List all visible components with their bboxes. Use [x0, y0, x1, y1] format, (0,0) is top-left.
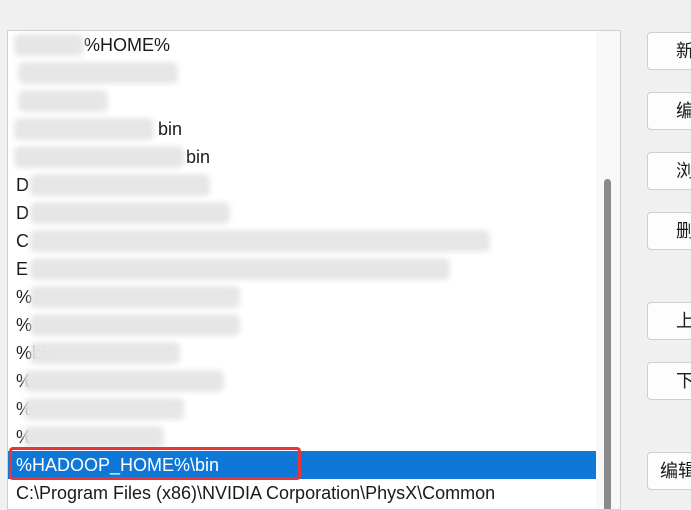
redaction-blur	[24, 426, 164, 448]
list-item-selected[interactable]: %HADOOP_HOME%\bin	[8, 451, 596, 479]
redaction-blur	[30, 258, 450, 280]
list-item[interactable]: bin	[8, 143, 596, 171]
redaction-blur	[30, 174, 210, 196]
list-item[interactable]	[8, 87, 596, 115]
path-listbox[interactable]: %HOME% bin bin D D C E % % %HADOOP_HOME%…	[7, 30, 621, 510]
redaction-blur	[30, 286, 240, 308]
redaction-blur	[30, 230, 490, 252]
list-item[interactable]: %	[8, 367, 596, 395]
list-item[interactable]: C:\Program Files (x86)\NVIDIA Corporatio…	[8, 479, 596, 507]
scrollbar-thumb[interactable]	[604, 179, 611, 509]
edit-text-button-label: 编辑	[660, 461, 691, 481]
list-item[interactable]	[8, 59, 596, 87]
move-down-button-label: 下	[676, 371, 691, 391]
list-item[interactable]: %	[8, 423, 596, 451]
delete-button-label: 删	[676, 221, 691, 241]
redaction-blur	[24, 370, 224, 392]
edit-button[interactable]: 编	[647, 92, 691, 130]
list-item-text: %HADOOP_HOME%\bin	[16, 455, 220, 475]
list-item[interactable]: bin	[8, 115, 596, 143]
move-down-button[interactable]: 下	[647, 362, 691, 400]
redaction-blur	[30, 314, 240, 336]
list-item[interactable]: C	[8, 227, 596, 255]
list-item[interactable]: %HOME%	[8, 31, 596, 59]
list-item[interactable]: %bin	[8, 339, 596, 367]
list-item-text: C	[16, 231, 29, 251]
redaction-blur	[18, 90, 108, 112]
list-item[interactable]: D	[8, 171, 596, 199]
redaction-blur	[30, 342, 180, 364]
vertical-scrollbar[interactable]	[596, 31, 620, 509]
delete-button[interactable]: 删	[647, 212, 691, 250]
list-item-text: bin	[158, 119, 183, 139]
path-list[interactable]: %HOME% bin bin D D C E % % %HADOOP_HOME%…	[8, 31, 596, 507]
redaction-blur	[14, 34, 84, 56]
edit-button-label: 编	[676, 101, 691, 121]
redaction-blur	[30, 202, 230, 224]
list-item[interactable]: %	[8, 311, 596, 339]
list-item[interactable]: %	[8, 395, 596, 423]
move-up-button-label: 上	[676, 311, 691, 331]
edit-text-button[interactable]: 编辑	[647, 452, 691, 490]
list-item-text: D	[16, 175, 29, 195]
redaction-blur	[14, 118, 154, 140]
redaction-blur	[18, 62, 178, 84]
new-button-label: 新	[676, 41, 691, 61]
new-button[interactable]: 新	[647, 32, 691, 70]
list-item[interactable]: E	[8, 255, 596, 283]
browse-button[interactable]: 浏	[647, 152, 691, 190]
list-item-text: C:\Program Files (x86)\NVIDIA Corporatio…	[16, 483, 496, 503]
redaction-blur	[14, 146, 184, 168]
move-up-button[interactable]: 上	[647, 302, 691, 340]
browse-button-label: 浏	[676, 161, 691, 181]
list-item-text: %HOME%	[84, 35, 171, 55]
list-item[interactable]: %	[8, 283, 596, 311]
redaction-blur	[24, 398, 184, 420]
list-item-text: E	[16, 259, 29, 279]
list-item-text: D	[16, 203, 29, 223]
list-item[interactable]: D	[8, 199, 596, 227]
list-item-text: bin	[186, 147, 211, 167]
